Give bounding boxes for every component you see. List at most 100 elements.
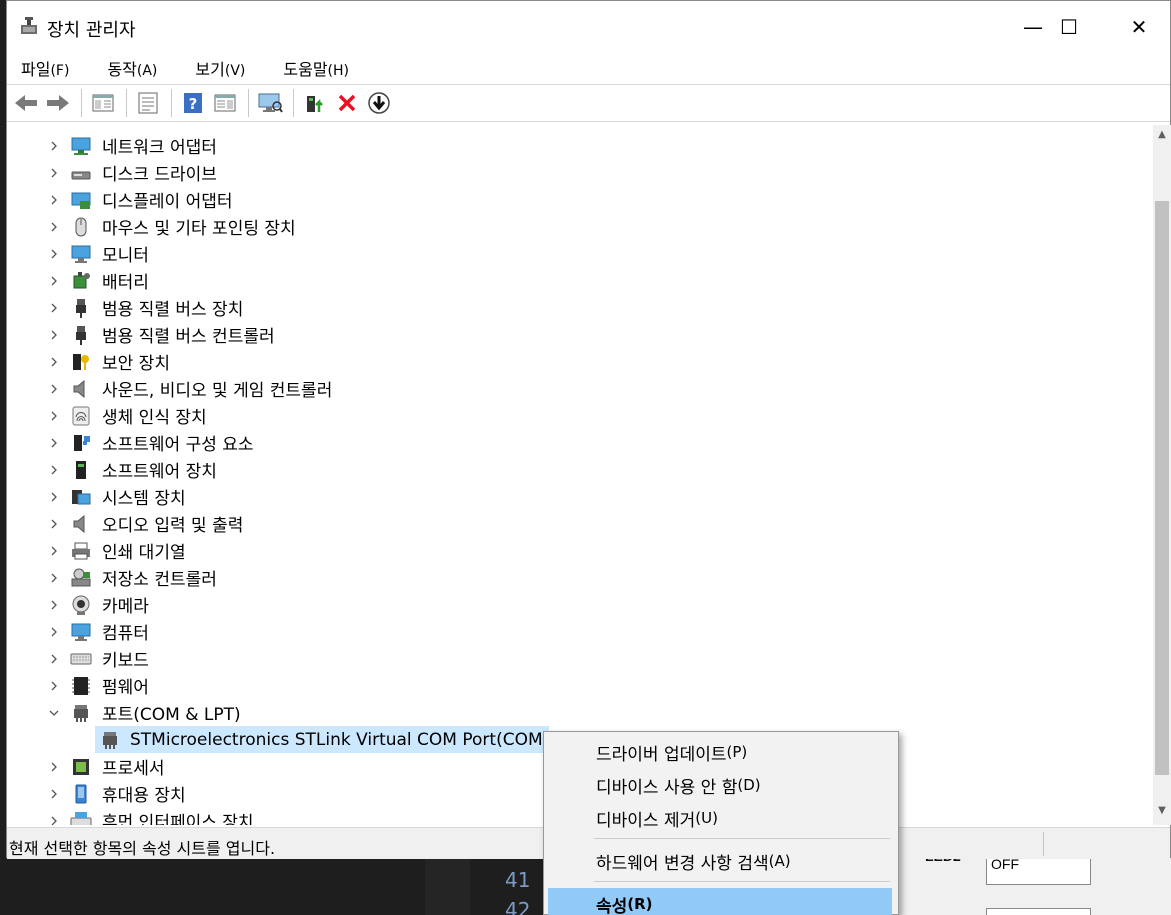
keyboard-icon	[70, 653, 92, 664]
close-button[interactable]: ✕	[1116, 7, 1162, 47]
menu-view[interactable]: 보기(V)	[189, 54, 251, 82]
tree-item-label: 범용 직렬 버스 컨트롤러	[102, 327, 275, 347]
chevron-right-icon[interactable]	[47, 625, 61, 639]
uninstall-device-button[interactable]	[332, 88, 362, 118]
help-button[interactable]: ?	[178, 88, 208, 118]
tree-item[interactable]: 인쇄 대기열	[7, 537, 1153, 564]
tree-item-label: 소프트웨어 장치	[102, 462, 217, 482]
menu-file-accel: (F)	[50, 63, 70, 79]
chevron-right-icon[interactable]	[47, 328, 61, 342]
camera-icon	[72, 595, 90, 615]
scroll-down-icon[interactable]: ▼	[1156, 805, 1168, 819]
chevron-right-icon[interactable]	[47, 679, 61, 693]
chevron-right-icon[interactable]	[47, 274, 61, 288]
tree-item[interactable]: 키보드	[7, 645, 1153, 672]
chevron-right-icon[interactable]	[47, 814, 61, 826]
chevron-right-icon[interactable]	[47, 166, 61, 180]
chevron-right-icon[interactable]	[47, 220, 61, 234]
chevron-right-icon[interactable]	[47, 193, 61, 207]
chevron-right-icon[interactable]	[47, 436, 61, 450]
chevron-right-icon[interactable]	[47, 490, 61, 504]
tree-item[interactable]: 카메라	[7, 591, 1153, 618]
port-icon	[74, 704, 88, 722]
tree-item[interactable]: 보안 장치	[7, 348, 1153, 375]
chevron-right-icon[interactable]	[47, 409, 61, 423]
tree-item[interactable]: 범용 직렬 버스 컨트롤러	[7, 321, 1153, 348]
tree-item-label: 컴퓨터	[102, 624, 149, 644]
properties-button[interactable]	[133, 88, 163, 118]
disable-device-menu-item[interactable]: 디바이스 사용 안 함 (D)	[548, 769, 892, 801]
properties-menu-item[interactable]: 속성 (R)	[548, 888, 892, 915]
uninstall-device-menu-item[interactable]: 디바이스 제거 (U)	[548, 802, 892, 834]
menu-view-label: 보기	[195, 60, 225, 79]
tree-item-label: 생체 인식 장치	[102, 408, 207, 428]
tree-item[interactable]: 포트(COM & LPT)	[7, 699, 1153, 726]
disable-device-button[interactable]	[364, 88, 394, 118]
chevron-right-icon[interactable]	[47, 652, 61, 666]
update-driver-button[interactable]	[300, 88, 330, 118]
tree-item[interactable]: 디스플레이 어댑터	[7, 186, 1153, 213]
tree-item-label: 보안 장치	[102, 354, 170, 374]
chevron-right-icon[interactable]	[47, 571, 61, 585]
tree-item-label: 프로세서	[102, 759, 165, 779]
scroll-thumb[interactable]	[1155, 201, 1169, 775]
chevron-right-icon[interactable]	[47, 598, 61, 612]
chevron-right-icon[interactable]	[47, 463, 61, 477]
usb-icon	[76, 298, 86, 318]
chevron-right-icon[interactable]	[47, 544, 61, 558]
tree-item[interactable]: 소프트웨어 구성 요소	[7, 429, 1153, 456]
update-driver-menu-item[interactable]: 드라이버 업데이트 (P)	[548, 736, 892, 768]
chevron-down-icon[interactable]	[47, 706, 61, 720]
tree-item[interactable]: 모니터	[7, 240, 1153, 267]
tree-item-label: 오디오 입력 및 출력	[102, 516, 244, 536]
tree-item[interactable]: 소프트웨어 장치	[7, 456, 1153, 483]
menu-file-label: 파일	[21, 60, 51, 79]
scan-hardware-menu-item[interactable]: 하드웨어 변경 사항 검색 (A)	[548, 845, 892, 877]
scroll-up-icon[interactable]: ▲	[1156, 129, 1168, 143]
chevron-right-icon[interactable]	[47, 355, 61, 369]
close-icon: ✕	[1130, 15, 1148, 39]
maximize-button[interactable]: ☐	[1046, 7, 1092, 47]
action-pane-button[interactable]	[210, 88, 240, 118]
menu-bar: 파일(F) 동작(A) 보기(V) 도움말(H)	[7, 53, 1170, 83]
tree-item[interactable]: 마우스 및 기타 포인팅 장치	[7, 213, 1153, 240]
svg-text:?: ?	[189, 95, 198, 113]
tree-item[interactable]: 사운드, 비디오 및 게임 컨트롤러	[7, 375, 1153, 402]
scan-hardware-icon	[258, 93, 283, 113]
fingerprint-icon	[72, 406, 90, 425]
tree-item-label: 포트(COM & LPT)	[102, 705, 241, 725]
tree-item-label: 휴대용 장치	[102, 786, 186, 806]
tree-item[interactable]: 배터리	[7, 267, 1153, 294]
software-device-icon	[76, 460, 86, 479]
tree-item[interactable]: 디스크 드라이브	[7, 159, 1153, 186]
menu-separator	[594, 881, 890, 882]
line-number: 42	[505, 898, 531, 915]
console-tree-button[interactable]	[88, 88, 118, 118]
tree-item-label: 저장소 컨트롤러	[102, 570, 217, 590]
menu-help[interactable]: 도움말(H)	[277, 54, 355, 82]
back-button[interactable]	[11, 88, 41, 118]
tree-item[interactable]: 범용 직렬 버스 장치	[7, 294, 1153, 321]
menu-help-accel: (H)	[327, 63, 349, 79]
chevron-right-icon[interactable]	[47, 382, 61, 396]
chevron-right-icon[interactable]	[47, 247, 61, 261]
menu-action[interactable]: 동작(A)	[101, 54, 163, 82]
uninstall-device-icon	[338, 94, 356, 112]
tree-item[interactable]: 오디오 입력 및 출력	[7, 510, 1153, 537]
title-bar[interactable]: 장치 관리자 — ☐ ✕	[7, 1, 1170, 53]
chevron-right-icon[interactable]	[47, 139, 61, 153]
tree-item[interactable]: 생체 인식 장치	[7, 402, 1153, 429]
chevron-right-icon[interactable]	[47, 787, 61, 801]
chevron-right-icon[interactable]	[47, 517, 61, 531]
scan-hardware-button[interactable]	[255, 88, 285, 118]
tree-item[interactable]: 시스템 장치	[7, 483, 1153, 510]
tree-item[interactable]: 저장소 컨트롤러	[7, 564, 1153, 591]
tree-item[interactable]: 컴퓨터	[7, 618, 1153, 645]
forward-button[interactable]	[43, 88, 73, 118]
tree-item[interactable]: 네트워크 어댑터	[7, 132, 1153, 159]
tree-item[interactable]: 펌웨어	[7, 672, 1153, 699]
chevron-right-icon[interactable]	[47, 760, 61, 774]
chevron-right-icon[interactable]	[47, 301, 61, 315]
vertical-scrollbar[interactable]: ▲ ▼	[1153, 125, 1171, 825]
menu-file[interactable]: 파일(F)	[15, 54, 75, 82]
